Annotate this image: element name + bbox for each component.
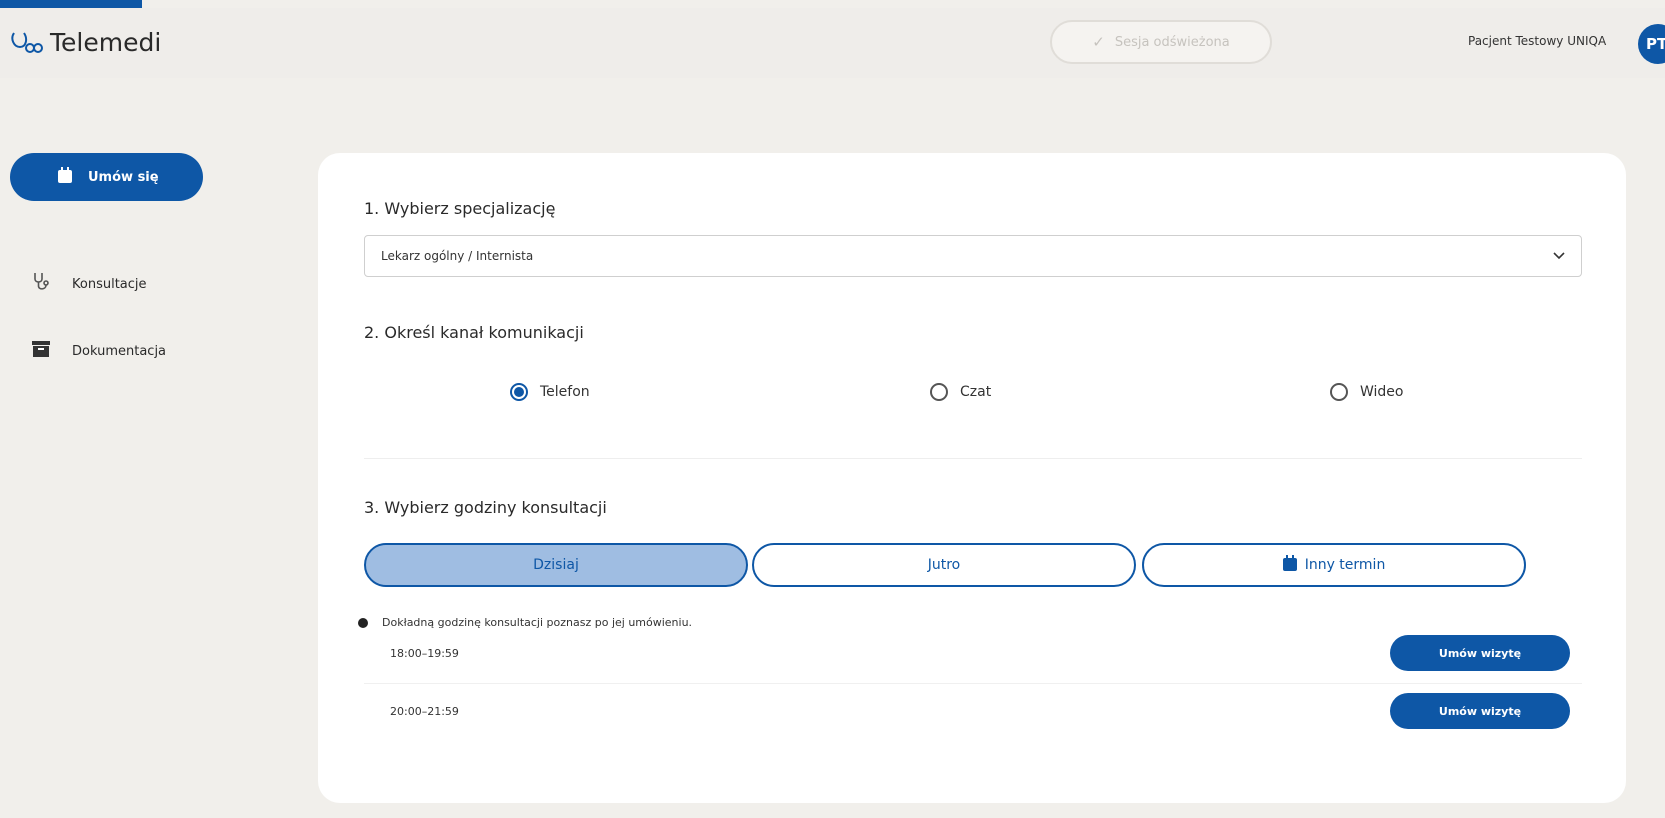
specialization-select[interactable]: Lekarz ogólny / Internista [364,235,1582,277]
specialization-value: Lekarz ogólny / Internista [381,249,534,263]
corner-accent [0,0,142,8]
booking-form-card: 1. Wybierz specjalizację Lekarz ogólny /… [318,153,1626,803]
day-tab-label: Jutro [927,557,961,573]
book-appointment-button[interactable]: Umów się [10,153,203,201]
channel-option-wideo[interactable]: Wideo [1330,383,1404,401]
time-slot-range: 18:00–19:59 [390,647,459,660]
time-slot-row: 18:00–19:59 Umów wizytę [364,625,1582,684]
archive-box-icon [32,341,50,361]
time-slot-range: 20:00–21:59 [390,705,459,718]
channel-label: Telefon [540,384,590,400]
section-divider [364,458,1582,459]
channel-label: Czat [960,384,992,400]
calendar-icon [1282,555,1297,575]
user-name[interactable]: Pacjent Testowy UNIQA [1468,34,1606,48]
checkmark-icon: ✓ [1092,33,1105,51]
sidebar-item-konsultacje[interactable]: Konsultacje [32,272,147,296]
logo-text: Telemedi [50,28,162,57]
day-tab-dzisiaj[interactable]: Dzisiaj [364,543,748,587]
day-tab-jutro[interactable]: Jutro [752,543,1136,587]
time-slot-row: 20:00–21:59 Umów wizytę [364,683,1582,741]
channel-option-czat[interactable]: Czat [930,383,991,401]
day-tab-label: Dzisiaj [533,557,579,573]
book-appointment-label: Umów się [88,169,159,185]
book-visit-button[interactable]: Umów wizytę [1390,693,1570,729]
channel-option-telefon[interactable]: Telefon [510,383,590,401]
logo[interactable]: Telemedi [10,28,161,57]
session-status-label: Sesja odświeżona [1114,34,1230,50]
book-visit-button[interactable]: Umów wizytę [1390,635,1570,671]
top-header: Telemedi ✓ Sesja odświeżona Pacjent Test… [0,8,1665,78]
day-tab-inny-termin[interactable]: Inny termin [1142,543,1526,587]
stethoscope-icon [32,272,50,296]
step1-title: 1. Wybierz specjalizację [364,199,556,218]
step2-title: 2. Określ kanał komunikacji [364,323,584,342]
radio-button-selected[interactable] [510,383,528,401]
sidebar-item-label: Konsultacje [72,276,147,292]
avatar[interactable]: PT [1638,24,1665,64]
chevron-down-icon [1553,249,1565,263]
sidebar-item-dokumentacja[interactable]: Dokumentacja [32,341,166,361]
day-tab-label: Inny termin [1304,557,1386,573]
channel-label: Wideo [1360,384,1404,400]
sidebar-item-label: Dokumentacja [72,343,167,359]
session-status-badge: ✓ Sesja odświeżona [1050,20,1272,64]
radio-button[interactable] [1330,383,1348,401]
radio-button[interactable] [930,383,948,401]
calendar-icon [58,167,72,187]
stethoscope-logo-icon [10,31,44,55]
step3-title: 3. Wybierz godziny konsultacji [364,498,607,517]
